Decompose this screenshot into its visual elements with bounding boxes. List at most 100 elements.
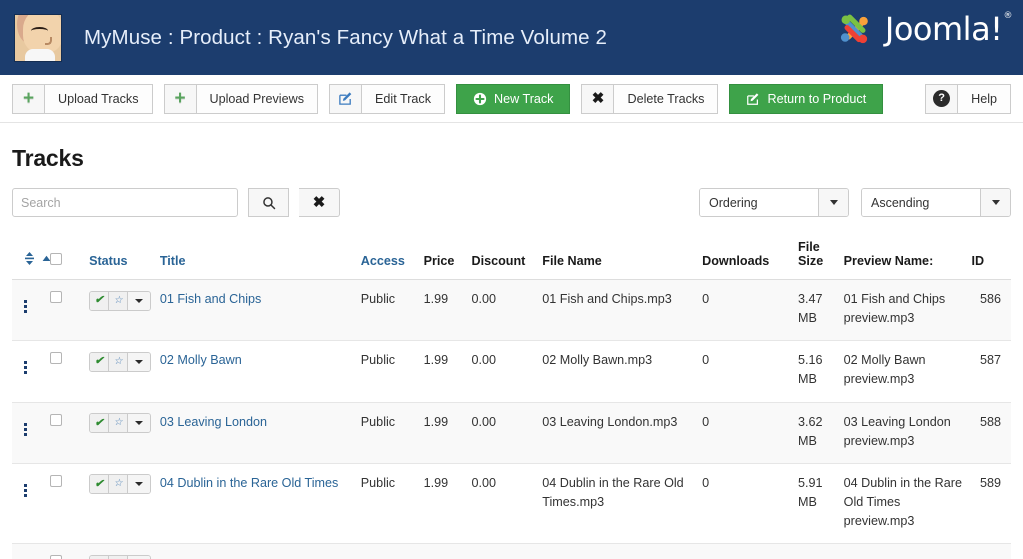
- track-title-link[interactable]: 04 Dublin in the Rare Old Times: [160, 476, 339, 490]
- question-circle-icon: ?: [925, 83, 958, 114]
- upload-tracks-label[interactable]: Upload Tracks: [44, 83, 153, 114]
- column-header-access[interactable]: Access: [356, 234, 420, 280]
- row-drag-handle[interactable]: [12, 402, 47, 464]
- pencil-square-icon: [747, 92, 759, 105]
- return-to-product-button[interactable]: Return to Product: [729, 83, 884, 114]
- chevron-down-icon[interactable]: [980, 189, 1010, 216]
- row-id-cell: 588: [967, 402, 1011, 464]
- status-button-group[interactable]: ✔ ☆: [89, 290, 152, 311]
- table-header-row: Status Title Access Price Discount File …: [12, 234, 1011, 280]
- drag-handle-icon[interactable]: [16, 422, 27, 436]
- search-submit-button[interactable]: [248, 188, 289, 217]
- publish-toggle-button[interactable]: ✔: [90, 291, 110, 310]
- plus-icon: +: [12, 83, 44, 114]
- row-downloads-cell: [698, 543, 794, 559]
- status-button-group[interactable]: ✔ ☆: [89, 474, 152, 495]
- new-track-button[interactable]: New Track: [456, 83, 571, 114]
- publish-toggle-button[interactable]: ✔: [90, 475, 110, 494]
- table-row: ✔ ☆ 02 Molly Bawn Public 1.99 0.00 02 Mo…: [12, 340, 1011, 403]
- row-price-cell: 1.99: [419, 279, 468, 342]
- select-all-column-header: [46, 234, 86, 280]
- search-clear-button[interactable]: ✖: [299, 188, 340, 217]
- delete-tracks-button[interactable]: ✖ Delete Tracks: [581, 83, 719, 114]
- joomla-wordmark: Joomla!®: [884, 10, 1013, 48]
- row-preview-name-cell: 01 Fish and Chips preview.mp3: [839, 279, 968, 342]
- column-header-downloads: Downloads: [698, 234, 794, 280]
- table-row: ✔ ☆ 04 Dublin in the Rare Old Times Publ…: [12, 463, 1011, 545]
- status-dropdown-button[interactable]: [128, 414, 151, 433]
- row-file-name-cell: [538, 543, 699, 559]
- row-file-size-cell: 3.62 MB: [794, 402, 840, 464]
- table-row: ✔ ☆ 03 Leaving London Public 1.99 0.00 0…: [12, 402, 1011, 464]
- sort-column-header[interactable]: [12, 234, 51, 280]
- sort-updown-icon[interactable]: [24, 252, 35, 265]
- row-checkbox[interactable]: [50, 291, 63, 303]
- page-breadcrumb-title: MyMuse : Product : Ryan's Fancy What a T…: [84, 25, 607, 49]
- feature-toggle-button[interactable]: ☆: [109, 475, 129, 494]
- feature-toggle-button[interactable]: ☆: [109, 291, 129, 310]
- search-input[interactable]: [12, 188, 238, 217]
- row-title-cell: [155, 543, 357, 559]
- column-header-title[interactable]: Title: [155, 234, 357, 280]
- row-discount-cell: 0.00: [467, 340, 539, 403]
- edit-track-label[interactable]: Edit Track: [361, 83, 445, 114]
- row-select-cell: [46, 543, 86, 559]
- row-downloads-cell: 0: [698, 402, 794, 464]
- row-status-cell: ✔ ☆: [85, 543, 156, 559]
- row-discount-cell: [467, 543, 539, 559]
- direction-select[interactable]: Ascending: [861, 188, 1011, 217]
- row-title-cell: 03 Leaving London: [155, 402, 357, 464]
- return-to-product-label: Return to Product: [767, 91, 867, 106]
- main-content: Tracks ✖ Ordering Ascending: [0, 145, 1023, 559]
- publish-toggle-button[interactable]: ✔: [90, 352, 110, 371]
- row-drag-handle[interactable]: [12, 279, 47, 342]
- row-checkbox[interactable]: [50, 555, 63, 559]
- status-dropdown-button[interactable]: [128, 352, 151, 371]
- help-button[interactable]: ? Help: [925, 83, 1011, 114]
- check-icon: ✔: [94, 294, 104, 306]
- row-checkbox[interactable]: [50, 413, 63, 426]
- ordering-select[interactable]: Ordering: [699, 188, 849, 217]
- track-title-link[interactable]: 03 Leaving London: [160, 415, 267, 429]
- search-group: ✖: [12, 188, 340, 217]
- column-header-status[interactable]: Status: [85, 234, 156, 280]
- upload-previews-label[interactable]: Upload Previews: [195, 83, 318, 114]
- feature-toggle-button[interactable]: ☆: [109, 352, 129, 371]
- row-checkbox[interactable]: [50, 352, 63, 365]
- upload-tracks-button[interactable]: + Upload Tracks: [12, 83, 153, 114]
- row-drag-handle[interactable]: [12, 543, 47, 559]
- edit-track-button[interactable]: Edit Track: [329, 83, 445, 114]
- row-drag-handle[interactable]: [12, 340, 47, 403]
- row-preview-name-cell: 02 Molly Bawn preview.mp3: [839, 340, 968, 403]
- track-title-link[interactable]: 02 Molly Bawn: [160, 353, 242, 367]
- status-button-group[interactable]: ✔ ☆: [89, 351, 152, 372]
- joomla-logo: Joomla!®: [834, 8, 1013, 50]
- help-label[interactable]: Help: [957, 83, 1011, 114]
- status-dropdown-button[interactable]: [128, 475, 151, 494]
- upload-previews-button[interactable]: + Upload Previews: [163, 83, 318, 114]
- row-select-cell: [46, 402, 86, 464]
- row-downloads-cell: 0: [698, 279, 794, 342]
- drag-handle-icon[interactable]: [16, 361, 27, 375]
- column-header-id: ID: [967, 234, 1011, 280]
- drag-handle-icon[interactable]: [16, 483, 27, 497]
- row-drag-handle[interactable]: [12, 463, 47, 545]
- delete-tracks-label[interactable]: Delete Tracks: [613, 83, 719, 114]
- status-dropdown-button[interactable]: [128, 291, 151, 310]
- row-access-cell: Public: [356, 340, 420, 403]
- track-title-link[interactable]: 01 Fish and Chips: [160, 292, 262, 306]
- column-header-price: Price: [419, 234, 468, 280]
- filter-bar: ✖ Ordering Ascending: [12, 188, 1011, 217]
- row-price-cell: [419, 543, 468, 559]
- drag-handle-icon[interactable]: [16, 300, 27, 313]
- status-button-group[interactable]: ✔ ☆: [89, 554, 152, 559]
- feature-toggle-button[interactable]: ☆: [109, 414, 129, 433]
- select-all-checkbox[interactable]: [50, 253, 63, 265]
- row-downloads-cell: 0: [698, 340, 794, 403]
- ordering-group: Ordering Ascending: [699, 188, 1011, 217]
- row-file-size-cell: 5.91 MB: [794, 463, 840, 545]
- publish-toggle-button[interactable]: ✔: [90, 414, 110, 433]
- chevron-down-icon[interactable]: [818, 189, 848, 216]
- status-button-group[interactable]: ✔ ☆: [89, 413, 152, 434]
- row-checkbox[interactable]: [50, 474, 63, 487]
